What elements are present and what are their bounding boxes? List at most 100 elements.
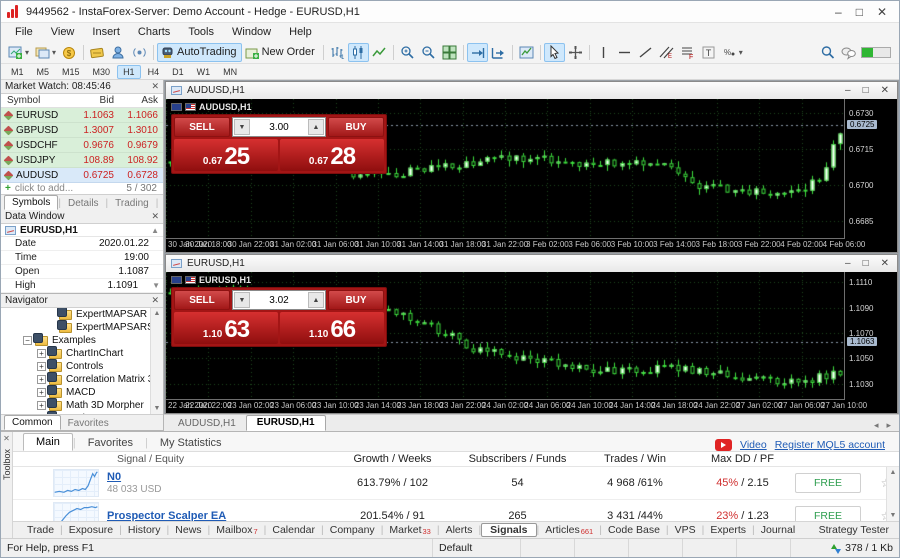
- timeframe-w1[interactable]: W1: [191, 65, 217, 79]
- signals-tab-my-statistics[interactable]: My Statistics: [148, 435, 234, 451]
- chart-minimize-button[interactable]: –: [845, 85, 851, 96]
- scroll-up-icon[interactable]: ▲: [151, 226, 159, 235]
- chart-shift-button[interactable]: [488, 43, 509, 62]
- navigator-item[interactable]: +Correlation Matrix 3D: [1, 373, 163, 386]
- minimize-button[interactable]: –: [835, 5, 842, 19]
- signals-tab-favorites[interactable]: Favorites: [76, 435, 145, 451]
- buy-button[interactable]: BUY: [328, 290, 384, 310]
- header-signal-equity[interactable]: Signal / Equity: [13, 453, 330, 465]
- column-ask[interactable]: Ask: [119, 95, 163, 106]
- data-window-button[interactable]: [108, 43, 129, 62]
- bars-chart-button[interactable]: 1: [327, 43, 348, 62]
- timeframe-mn[interactable]: MN: [217, 65, 243, 79]
- scroll-right-icon[interactable]: ▸: [886, 420, 891, 431]
- market-watch-tab-details[interactable]: Details: [61, 197, 106, 210]
- volume-stepper[interactable]: ▼3.00▲: [232, 117, 326, 137]
- chart-tab-eurusd-h1[interactable]: EURUSD,H1: [246, 415, 326, 431]
- scroll-left-icon[interactable]: ◂: [874, 420, 879, 431]
- horizontal-line-button[interactable]: [614, 43, 635, 62]
- data-window-close-icon[interactable]: ✕: [151, 211, 159, 222]
- signals-tab-main[interactable]: Main: [23, 433, 73, 451]
- toolbox-tab-news[interactable]: News: [169, 523, 207, 537]
- profiles-button[interactable]: ▾: [32, 43, 59, 62]
- market-watch-row[interactable]: USDCHF0.96760.9679: [1, 138, 163, 153]
- navigator-item[interactable]: +Math 3D: [1, 412, 163, 414]
- header-maxdd-pf[interactable]: Max DD / PF: [690, 453, 795, 465]
- collapse-icon[interactable]: −: [23, 336, 32, 345]
- market-watch-add-row[interactable]: + click to add... 5 / 302: [1, 183, 163, 194]
- templates-button[interactable]: [516, 43, 537, 62]
- chart-maximize-button[interactable]: □: [863, 85, 869, 96]
- scroll-down-icon[interactable]: ▼: [152, 281, 163, 290]
- close-button[interactable]: ✕: [877, 5, 887, 19]
- header-trades-win[interactable]: Trades / Win: [580, 453, 690, 465]
- market-watch-row[interactable]: AUDUSD0.67250.6728: [1, 168, 163, 183]
- column-bid[interactable]: Bid: [75, 95, 119, 106]
- navigator-item[interactable]: ExpertMAPSAR: [1, 308, 163, 321]
- menu-view[interactable]: View: [43, 25, 83, 39]
- toolbox-tab-history[interactable]: History: [122, 523, 167, 537]
- register-mql5-link[interactable]: Register MQL5 account: [775, 439, 885, 451]
- free-button[interactable]: FREE: [795, 506, 861, 521]
- market-watch-tab-symbols[interactable]: Symbols: [4, 195, 58, 210]
- timeframe-m1[interactable]: M1: [5, 65, 30, 79]
- navigator-tab-favorites[interactable]: Favorites: [61, 417, 116, 430]
- sell-button[interactable]: SELL: [174, 117, 230, 137]
- navigator-item[interactable]: +ChartInChart: [1, 347, 163, 360]
- status-profile[interactable]: Default: [433, 539, 521, 557]
- navigator-item[interactable]: +Math 3D Morpher: [1, 399, 163, 412]
- buy-button[interactable]: BUY: [328, 117, 384, 137]
- video-link[interactable]: Video: [740, 439, 767, 451]
- toolbox-tab-market[interactable]: Market33: [383, 523, 436, 537]
- chart-close-button[interactable]: ✕: [881, 85, 889, 96]
- toolbox-tab-experts[interactable]: Experts: [704, 523, 752, 537]
- menu-insert[interactable]: Insert: [84, 25, 128, 39]
- chart-close-button[interactable]: ✕: [881, 258, 889, 269]
- chart-maximize-button[interactable]: □: [863, 258, 869, 269]
- new-chart-button[interactable]: ▾: [5, 43, 32, 62]
- timeframe-h1[interactable]: H1: [117, 65, 141, 79]
- candlestick-plot[interactable]: EURUSD,H1SELL▼3.02▲BUY1.10631.1066: [166, 272, 845, 400]
- buy-price-panel[interactable]: 0.6728: [280, 139, 384, 171]
- toolbox-tab-journal[interactable]: Journal: [755, 523, 801, 537]
- trendline-button[interactable]: [635, 43, 656, 62]
- equidistant-channel-button[interactable]: E: [656, 43, 677, 62]
- market-watch-tab-trading[interactable]: Trading: [108, 197, 156, 210]
- signal-row[interactable]: N048 033 USD613.79% / 102544 968 /61%45%…: [13, 467, 899, 500]
- new-order-button[interactable]: New Order: [242, 43, 320, 62]
- expand-icon[interactable]: +: [37, 401, 46, 410]
- crosshair-button[interactable]: [565, 43, 586, 62]
- scroll-down-icon[interactable]: ▼: [154, 403, 161, 414]
- toolbox-tab-articles[interactable]: Articles661: [539, 523, 599, 537]
- market-watch-row[interactable]: GBPUSD1.30071.3010: [1, 123, 163, 138]
- scroll-up-icon[interactable]: ▲: [890, 469, 897, 476]
- chart-tab-audusd-h1[interactable]: AUDUSD,H1: [168, 417, 246, 431]
- search-button[interactable]: [817, 43, 838, 62]
- navigator-item[interactable]: +MACD: [1, 386, 163, 399]
- timeframe-m5[interactable]: M5: [31, 65, 56, 79]
- zoom-in-button[interactable]: [397, 43, 418, 62]
- signal-row[interactable]: Prospector Scalper EA201.54% / 912653 43…: [13, 500, 899, 521]
- symbols-button[interactable]: [87, 43, 108, 62]
- toolbox-tab-code-base[interactable]: Code Base: [602, 523, 666, 537]
- header-subscribers-funds[interactable]: Subscribers / Funds: [455, 453, 580, 465]
- strategy-tester-label[interactable]: Strategy Tester: [819, 524, 899, 536]
- market-watch-row[interactable]: EURUSD1.10631.1066: [1, 108, 163, 123]
- expand-icon[interactable]: +: [37, 362, 46, 371]
- video-icon[interactable]: [715, 439, 732, 451]
- toolbox-tab-mailbox[interactable]: Mailbox7: [210, 523, 263, 537]
- free-button[interactable]: FREE: [795, 473, 861, 493]
- toolbox-tab-signals[interactable]: Signals: [481, 523, 536, 537]
- expand-icon[interactable]: +: [37, 349, 46, 358]
- autotrading-button[interactable]: AutoTrading: [157, 43, 242, 62]
- timeframe-m15[interactable]: M15: [56, 65, 86, 79]
- toolbox-tab-exposure[interactable]: Exposure: [63, 523, 119, 537]
- mql5-button[interactable]: $: [59, 43, 80, 62]
- toolbox-tab-alerts[interactable]: Alerts: [440, 523, 479, 537]
- maximize-button[interactable]: □: [856, 5, 863, 19]
- menu-window[interactable]: Window: [224, 25, 279, 39]
- sell-button[interactable]: SELL: [174, 290, 230, 310]
- objects-button[interactable]: % ▾: [719, 43, 746, 62]
- chart-minimize-button[interactable]: –: [845, 258, 851, 269]
- navigator-item[interactable]: +Controls: [1, 360, 163, 373]
